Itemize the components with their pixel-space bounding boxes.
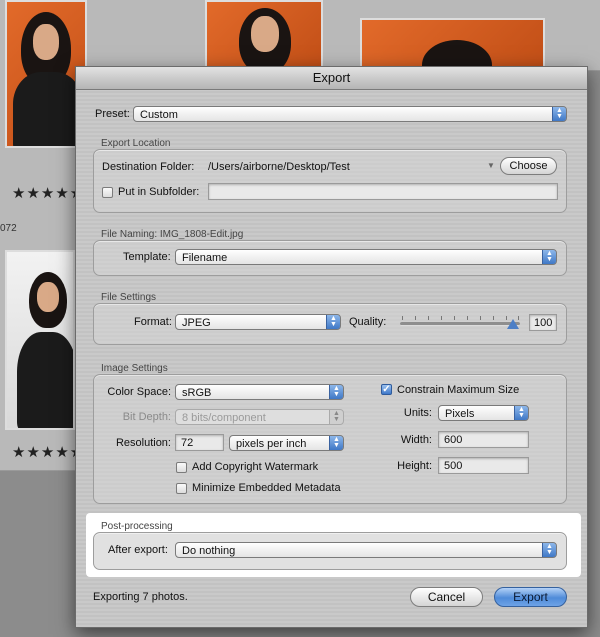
preset-value: Custom	[140, 109, 178, 121]
quality-input[interactable]: 100	[529, 314, 557, 331]
minimize-metadata-label: Minimize Embedded Metadata	[192, 482, 341, 494]
select-arrows-icon: ▲ ▼	[326, 315, 340, 329]
select-arrows-icon: ▲ ▼	[329, 385, 343, 399]
choose-button[interactable]: Choose	[500, 157, 557, 175]
cancel-button[interactable]: Cancel	[410, 587, 483, 607]
bit-depth-label: Bit Depth:	[122, 411, 171, 423]
resolution-unit-value: pixels per inch	[236, 438, 307, 450]
file-settings-title: File Settings	[101, 292, 157, 303]
bit-depth-value: 8 bits/component	[182, 412, 266, 424]
template-value: Filename	[182, 252, 228, 264]
after-export-label: After export:	[108, 544, 168, 556]
format-value: JPEG	[182, 317, 211, 329]
color-space-select[interactable]: sRGB ▲ ▼	[175, 384, 344, 400]
width-input[interactable]: 600	[438, 431, 529, 448]
height-input[interactable]: 500	[438, 457, 529, 474]
put-in-subfolder-checkbox[interactable]	[102, 187, 113, 198]
resolution-unit-select[interactable]: pixels per inch ▲ ▼	[229, 435, 344, 451]
units-value: Pixels	[445, 408, 475, 420]
post-processing-title: Post-processing	[101, 521, 173, 532]
destination-folder-path: /Users/airborne/Desktop/Test	[208, 161, 350, 173]
select-arrows-icon: ▲ ▼	[542, 543, 556, 557]
image-settings-title: Image Settings	[101, 363, 168, 374]
preset-select[interactable]: Custom ▲ ▼	[133, 106, 567, 122]
after-export-select[interactable]: Do nothing ▲ ▼	[175, 542, 557, 558]
export-location-title: Export Location	[101, 138, 171, 149]
photo-number: 072	[0, 223, 17, 234]
file-naming-title: File Naming: IMG_1808-Edit.jpg	[101, 229, 244, 240]
select-arrows-icon: ▲ ▼	[552, 107, 566, 121]
quality-slider-thumb[interactable]	[507, 319, 519, 329]
preset-label: Preset:	[95, 108, 130, 120]
height-label: Height:	[397, 460, 432, 472]
select-arrows-icon: ▲ ▼	[329, 436, 343, 450]
format-label: Format:	[134, 316, 172, 328]
add-copyright-watermark-label: Add Copyright Watermark	[192, 461, 319, 473]
template-select[interactable]: Filename ▲ ▼	[175, 249, 557, 265]
constrain-size-checkbox[interactable]: ✓	[381, 384, 392, 395]
minimize-metadata-checkbox[interactable]	[176, 483, 187, 494]
after-export-value: Do nothing	[182, 545, 236, 557]
color-space-value: sRGB	[182, 387, 212, 399]
photo-thumbnail[interactable]	[205, 0, 323, 70]
select-arrows-icon: ▲ ▼	[329, 410, 343, 424]
color-space-label: Color Space:	[107, 386, 171, 398]
select-arrows-icon: ▲ ▼	[542, 250, 556, 264]
photo-thumbnail[interactable]	[5, 250, 75, 430]
resolution-label: Resolution:	[115, 437, 171, 449]
put-in-subfolder-label: Put in Subfolder:	[118, 186, 200, 198]
subfolder-input[interactable]	[208, 183, 558, 200]
width-label: Width:	[400, 434, 432, 446]
units-select[interactable]: Pixels ▲ ▼	[438, 405, 529, 421]
constrain-size-label: Constrain Maximum Size	[397, 384, 520, 396]
destination-folder-label: Destination Folder:	[102, 161, 195, 173]
add-copyright-watermark-checkbox[interactable]	[176, 462, 187, 473]
units-label: Units:	[403, 407, 432, 419]
dialog-title: Export	[76, 67, 587, 90]
export-status-text: Exporting 7 photos.	[93, 591, 188, 603]
rating-stars[interactable]: ★★★★★	[12, 443, 84, 461]
recent-folders-arrow-icon[interactable]: ▼	[487, 161, 495, 170]
bit-depth-select: 8 bits/component ▲ ▼	[175, 409, 344, 425]
photo-thumbnail[interactable]	[360, 18, 545, 70]
export-button[interactable]: Export	[494, 587, 567, 607]
format-select[interactable]: JPEG ▲ ▼	[175, 314, 341, 330]
select-arrows-icon: ▲ ▼	[514, 406, 528, 420]
rating-stars[interactable]: ★★★★★	[12, 184, 84, 202]
export-location-group	[93, 149, 567, 213]
template-label: Template:	[123, 251, 171, 263]
resolution-input[interactable]: 72	[175, 434, 224, 451]
quality-label: Quality:	[349, 316, 387, 328]
